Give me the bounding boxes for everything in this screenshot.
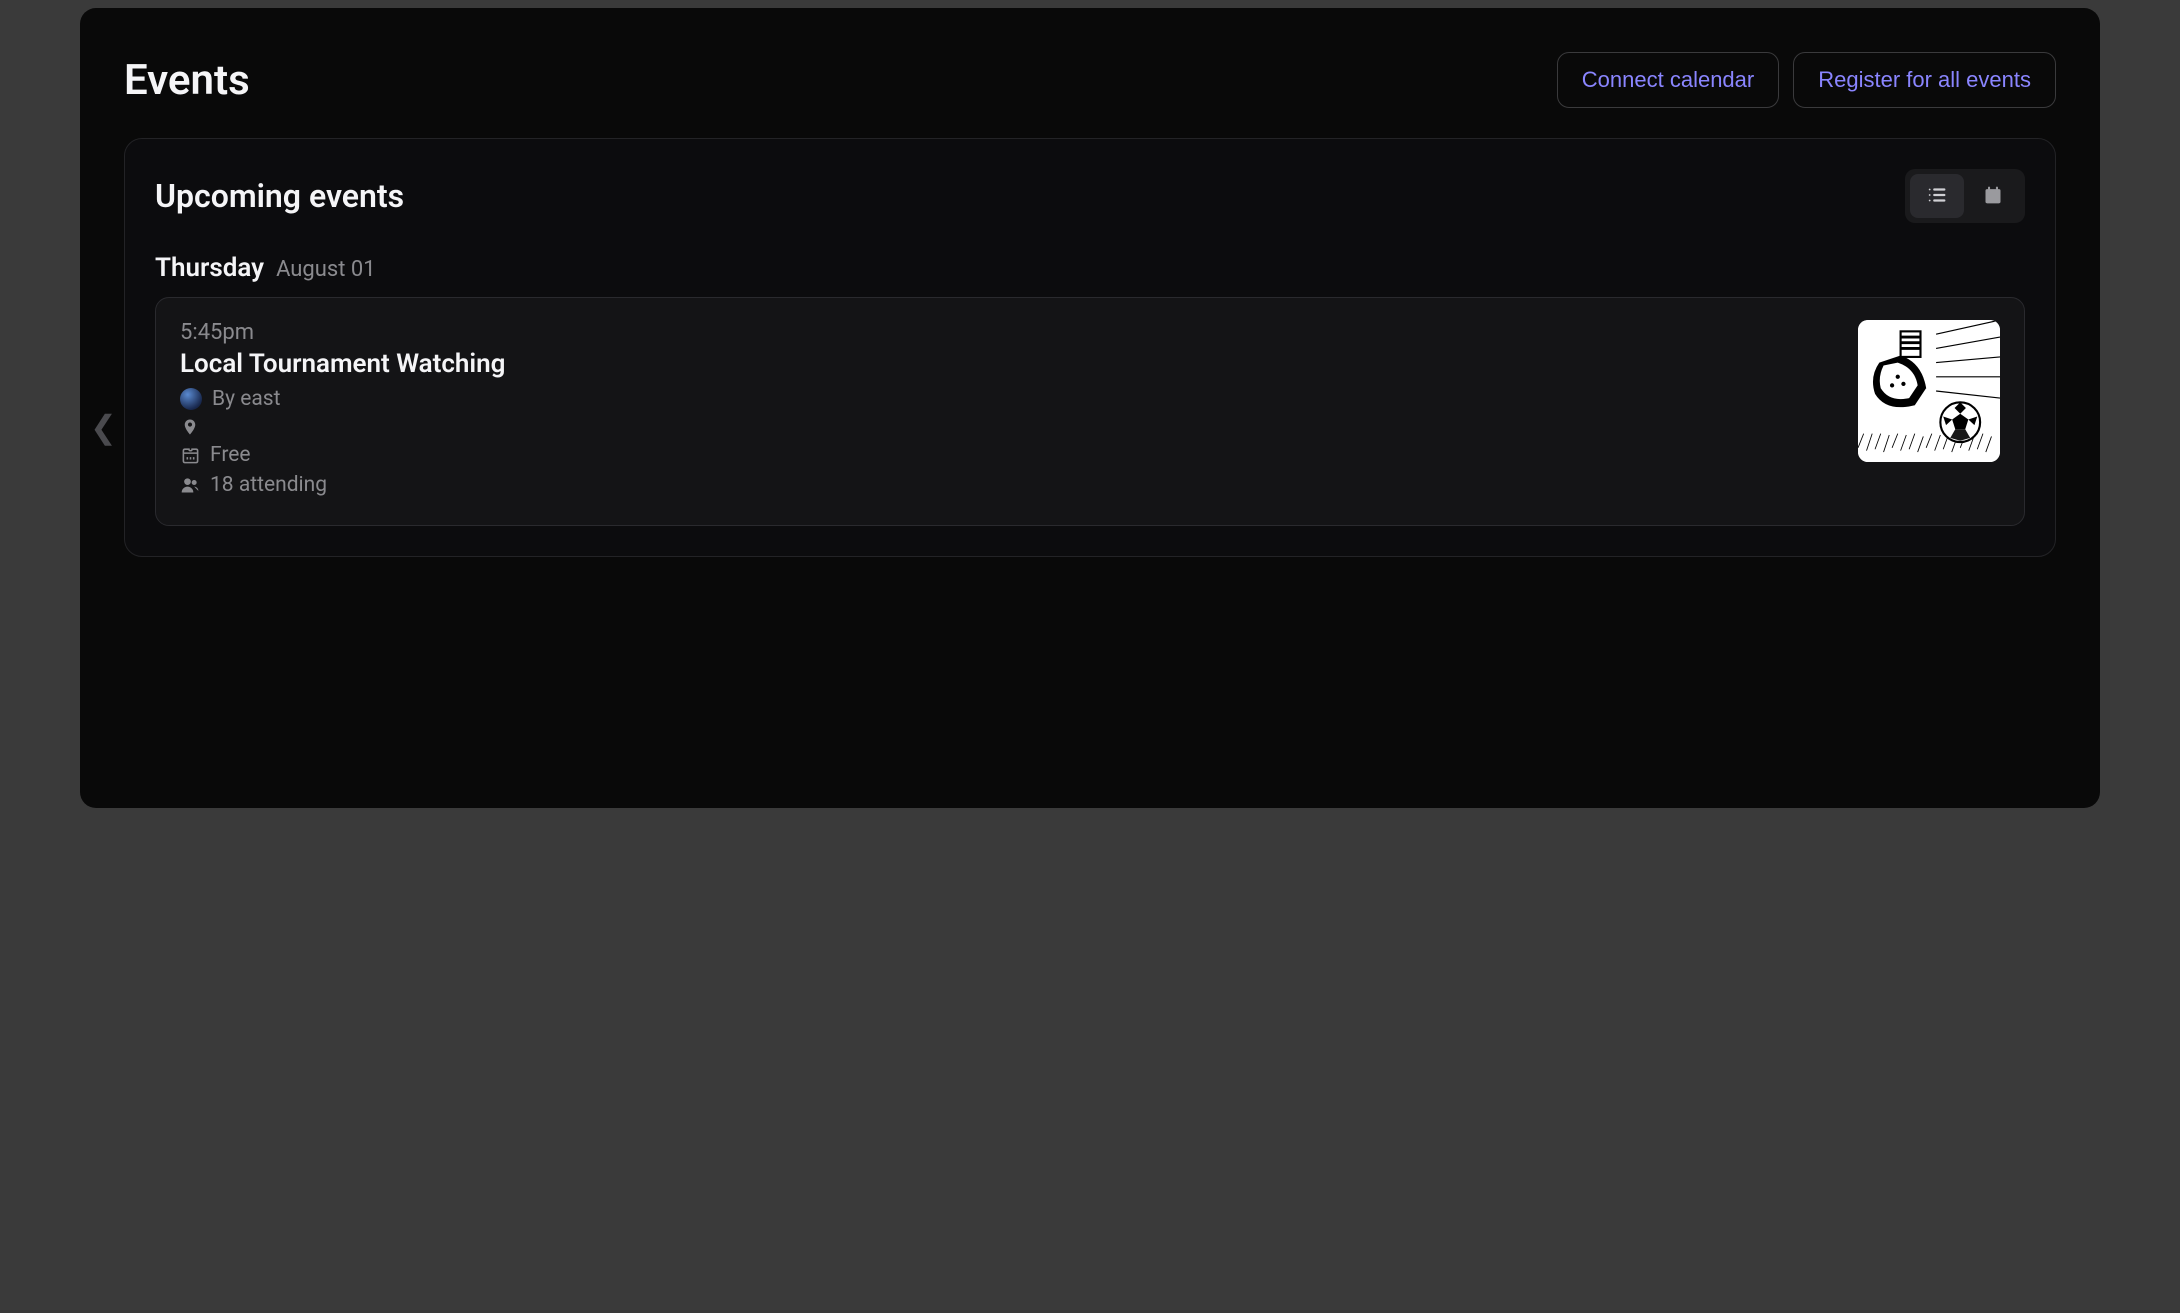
people-icon bbox=[180, 475, 200, 495]
date-full: August 01 bbox=[276, 257, 376, 282]
event-thumbnail bbox=[1858, 320, 2000, 462]
event-title: Local Tournament Watching bbox=[180, 349, 1858, 379]
calendar-icon bbox=[1983, 185, 2003, 208]
calendar-view-button[interactable] bbox=[1966, 174, 2020, 218]
upcoming-events-panel: Upcoming events bbox=[124, 138, 2056, 557]
list-view-button[interactable] bbox=[1910, 174, 1964, 218]
pin-icon bbox=[180, 417, 200, 437]
connect-calendar-button[interactable]: Connect calendar bbox=[1557, 52, 1779, 108]
event-price: Free bbox=[210, 443, 251, 467]
register-all-button[interactable]: Register for all events bbox=[1793, 52, 2056, 108]
view-toggle bbox=[1905, 169, 2025, 223]
event-attending: 18 attending bbox=[210, 473, 327, 497]
event-card[interactable]: 5:45pm Local Tournament Watching By east bbox=[155, 297, 2025, 526]
host-avatar bbox=[180, 388, 202, 410]
list-icon bbox=[1926, 184, 1948, 209]
page-title: Events bbox=[124, 56, 250, 105]
event-time: 5:45pm bbox=[180, 320, 1858, 345]
collapse-handle[interactable]: ❮ bbox=[90, 408, 117, 446]
panel-title: Upcoming events bbox=[155, 177, 404, 215]
date-header: Thursday August 01 bbox=[155, 253, 2025, 283]
event-host: By east bbox=[212, 387, 281, 411]
date-weekday: Thursday bbox=[155, 253, 264, 283]
ticket-icon bbox=[180, 445, 200, 465]
